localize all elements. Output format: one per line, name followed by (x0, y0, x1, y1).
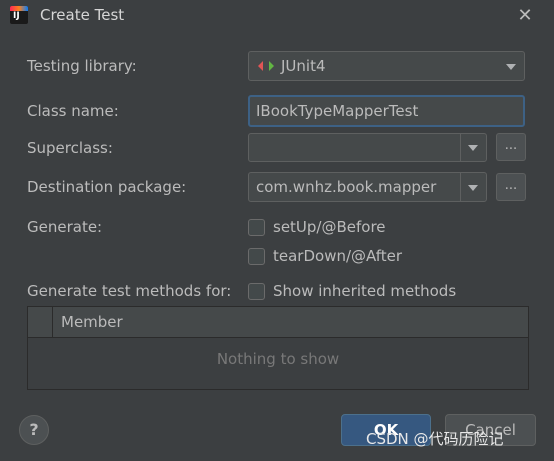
superclass-browse-button[interactable]: ... (496, 133, 526, 161)
junit-diamond-icon (258, 61, 274, 71)
window-title: Create Test (40, 6, 125, 24)
setup-label[interactable]: setUp/@Before (273, 218, 386, 236)
empty-state-text: Nothing to show (216, 350, 340, 368)
generate-methods-label: Generate test methods for: (27, 282, 232, 300)
generate-label: Generate: (27, 218, 103, 236)
setup-checkbox[interactable] (248, 219, 265, 236)
show-inherited-checkbox[interactable] (248, 283, 265, 300)
table-header: Member (28, 307, 528, 338)
intellij-idea-icon: IJ (10, 6, 28, 24)
chevron-down-icon (506, 64, 516, 70)
help-button[interactable]: ? (19, 415, 49, 445)
member-column-header[interactable]: Member (61, 313, 123, 331)
testing-library-label: Testing library: (27, 57, 137, 75)
watermark: CSDN @代码历险记 (366, 430, 504, 448)
show-inherited-label[interactable]: Show inherited methods (273, 282, 456, 300)
teardown-label[interactable]: tearDown/@After (273, 247, 402, 265)
superclass-combobox[interactable] (248, 133, 487, 162)
testing-library-dropdown[interactable]: JUnit4 (248, 51, 525, 81)
close-icon[interactable]: ✕ (514, 5, 536, 27)
class-name-input[interactable] (248, 95, 525, 127)
teardown-checkbox[interactable] (248, 248, 265, 265)
destination-package-browse-button[interactable]: ... (496, 173, 526, 201)
members-table[interactable]: Member Nothing to show (27, 306, 529, 390)
testing-library-value: JUnit4 (281, 57, 326, 75)
class-name-label: Class name: (27, 102, 119, 120)
destination-package-value: com.wnhz.book.mapper (256, 178, 437, 196)
destination-package-combobox[interactable]: com.wnhz.book.mapper (248, 172, 487, 202)
chevron-down-icon[interactable] (468, 145, 478, 151)
destination-package-label: Destination package: (27, 178, 187, 196)
chevron-down-icon[interactable] (468, 185, 478, 191)
select-all-column[interactable] (28, 307, 53, 337)
title-bar: IJ Create Test ✕ (0, 0, 554, 32)
superclass-label: Superclass: (27, 139, 113, 157)
